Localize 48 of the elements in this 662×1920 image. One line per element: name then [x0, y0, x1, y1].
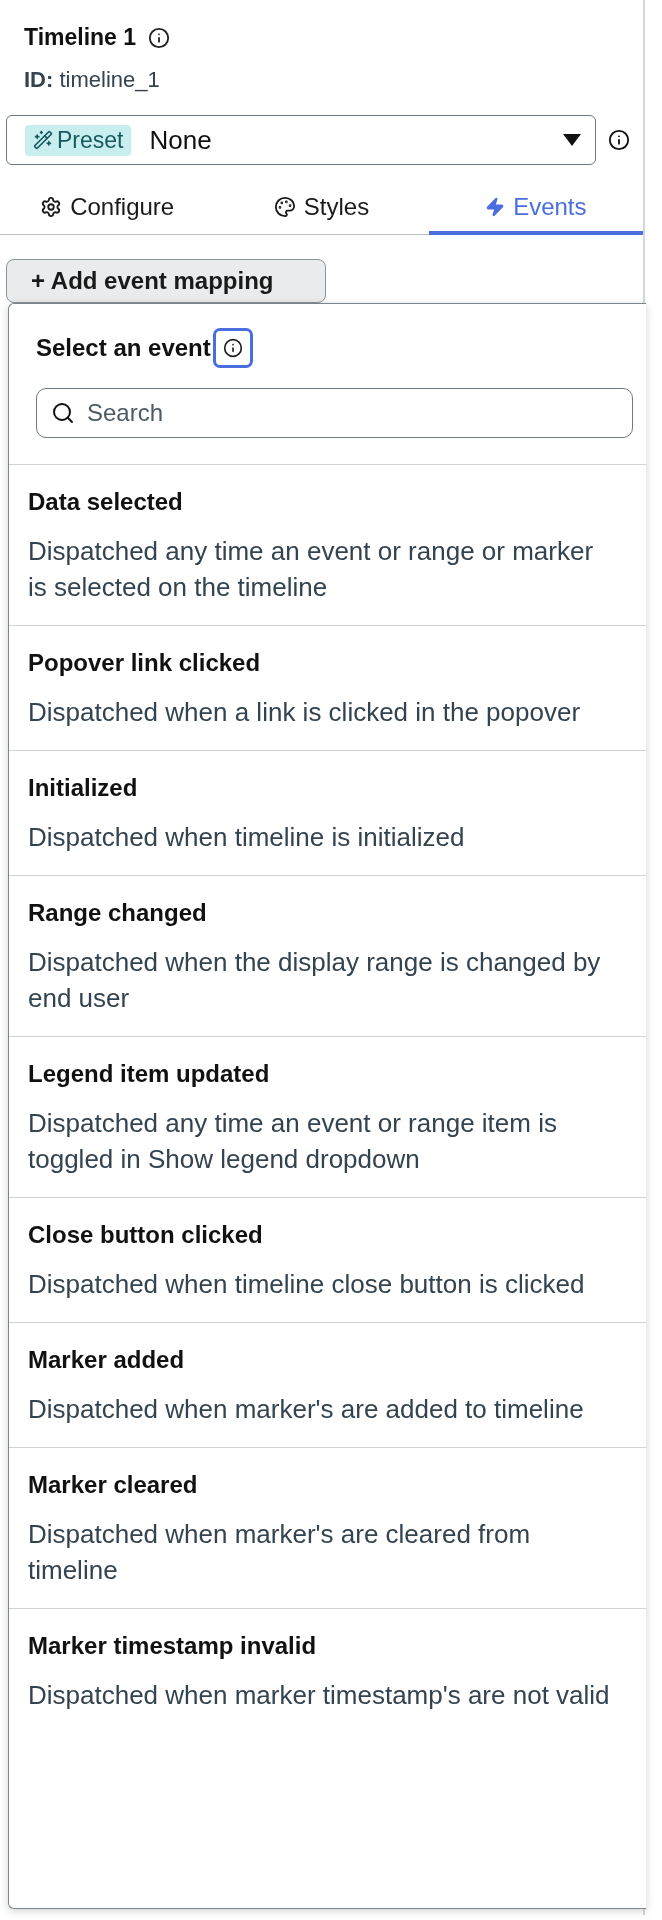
search-icon	[51, 401, 75, 425]
event-description: Dispatched when a link is clicked in the popover	[28, 696, 582, 729]
event-option[interactable]: Range changed Dispatched when the display range is changed by end user	[9, 876, 646, 1037]
info-icon	[222, 338, 243, 358]
event-option[interactable]: Close button clicked Dispatched when timeline close button is clicked	[9, 1198, 646, 1323]
event-option[interactable]: Data selected Dispatched any time an event or range or marker is selected on the timeline	[9, 465, 646, 626]
wand-icon	[33, 130, 53, 150]
tab[interactable]: Configure	[0, 183, 215, 235]
preset-badge: Preset	[25, 124, 132, 156]
event-name: Popover link clicked	[28, 648, 262, 678]
event-description: Dispatched any time an event or range item is toggled in Show legend dropdown	[28, 1107, 558, 1176]
preset-select[interactable]: Preset None	[6, 115, 596, 165]
palette-icon	[273, 196, 296, 218]
tab[interactable]: Styles	[214, 183, 429, 235]
info-button[interactable]	[212, 328, 253, 368]
event-description: Dispatched when timeline close button is clicked	[28, 1268, 586, 1301]
event-option[interactable]: Popover link clicked Dispatched when a link is clicked in the popover	[9, 626, 646, 751]
event-name: Data selected	[28, 487, 184, 517]
event-name: Legend item updated	[28, 1059, 271, 1089]
caret-icon	[563, 134, 581, 146]
event-name: Close button clicked	[28, 1220, 264, 1250]
lightning-icon	[485, 197, 506, 217]
tab[interactable]: Events	[428, 183, 643, 235]
event-name: Marker added	[28, 1345, 186, 1375]
add-event-mapping-button[interactable]: + Add event mapping	[6, 258, 326, 303]
event-description: Dispatched when marker's are added to timeline	[28, 1393, 585, 1426]
event-description: Dispatched when the display range is changed by end user	[28, 946, 602, 1015]
event-option[interactable]: Marker timestamp invalid Dispatched when marker timestamp's are not valid	[9, 1609, 646, 1733]
settings-icon	[40, 196, 63, 218]
event-description: Dispatched when marker's are cleared from timeline	[28, 1518, 532, 1587]
event-name: Initialized	[28, 773, 139, 803]
event-option[interactable]: Marker cleared Dispatched when marker's are cleared from timeline	[9, 1448, 646, 1609]
event-description: Dispatched when timeline is initialized	[28, 821, 466, 854]
event-name: Range changed	[28, 898, 208, 928]
event-option[interactable]: Legend item updated Dispatched any time an event or range item is toggled in Show legend dropdown	[9, 1037, 646, 1198]
component-title: Timeline 1	[24, 24, 137, 51]
event-name: Marker timestamp invalid	[28, 1631, 318, 1661]
info-icon[interactable]	[148, 26, 171, 49]
event-name: Marker cleared	[28, 1470, 199, 1500]
info-icon[interactable]	[608, 129, 630, 151]
popover-title: Select an event	[36, 334, 211, 362]
preset-value: None	[149, 124, 213, 156]
event-option[interactable]: Marker added Dispatched when marker's are added to timeline	[9, 1323, 646, 1448]
event-description: Dispatched when marker timestamp's are not valid	[28, 1679, 611, 1712]
event-option[interactable]: Initialized Dispatched when timeline is initialized	[9, 751, 646, 876]
event-description: Dispatched any time an event or range or marker is selected on the timeline	[28, 535, 595, 604]
component-id: ID: timeline_1	[24, 67, 161, 93]
search-field[interactable]: Search	[36, 388, 633, 438]
